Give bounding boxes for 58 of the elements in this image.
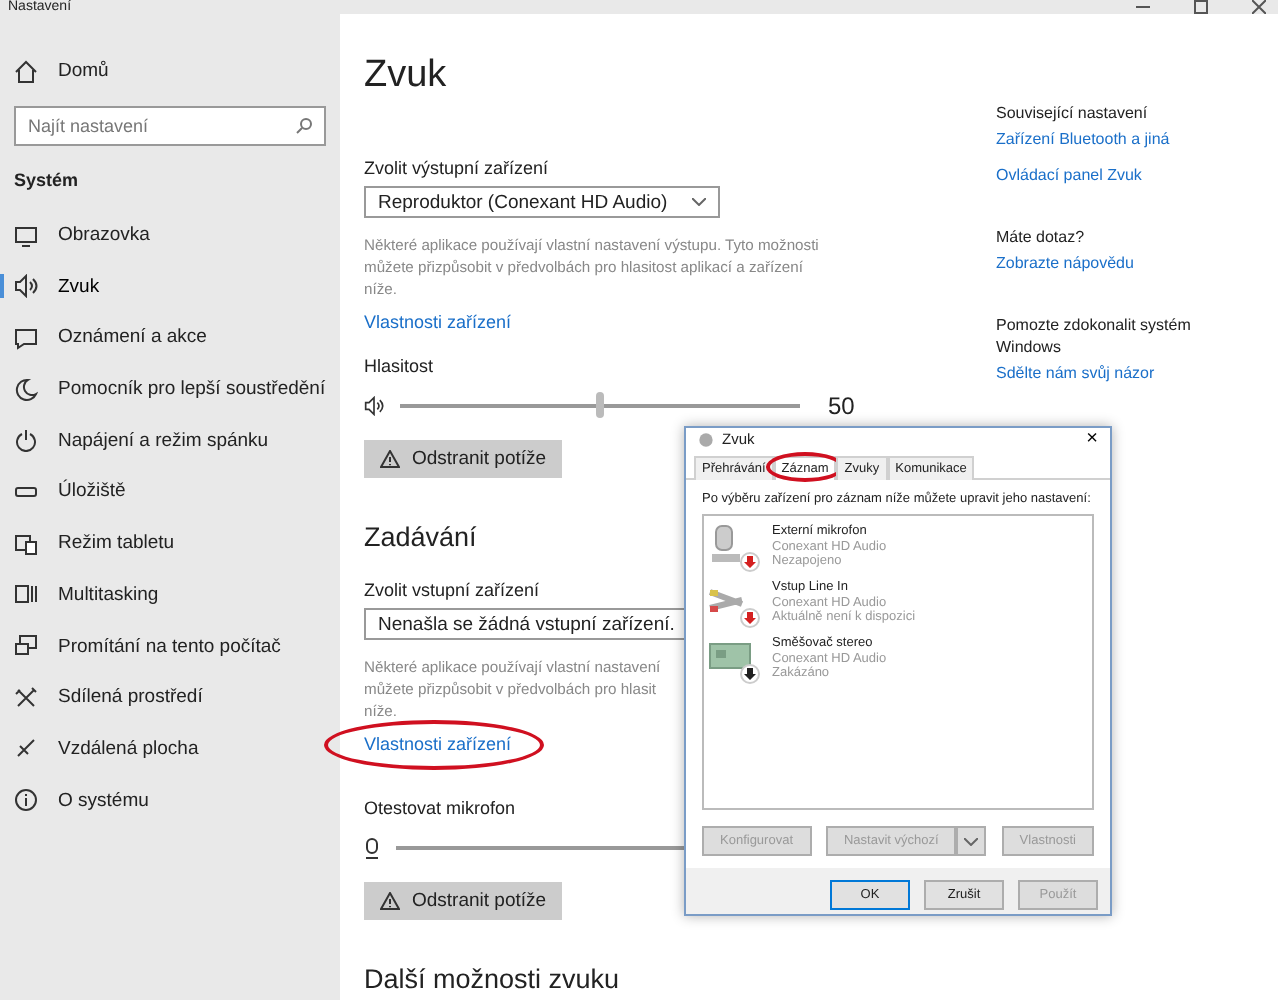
- related-heading: Pomozte zdokonalit systém Windows: [996, 314, 1193, 358]
- sidebar-item[interactable]: Zvuk: [58, 275, 100, 298]
- sidebar-item[interactable]: O systému: [58, 789, 149, 812]
- sidebar-item[interactable]: Pomocník pro lepší soustředění: [58, 378, 326, 401]
- field-label: Zvolit výstupní zařízení: [364, 158, 549, 178]
- tablet-icon: [14, 531, 38, 556]
- maximize-icon[interactable]: [1194, 0, 1208, 14]
- multitask-icon: [14, 582, 38, 607]
- remote-icon: [14, 736, 38, 761]
- monitor-icon: [14, 223, 38, 248]
- field-label: Hlasitost: [364, 356, 434, 376]
- close-button[interactable]: ×: [1086, 428, 1098, 450]
- section-heading: Zadávání: [364, 522, 477, 552]
- sidebar-item[interactable]: Napájení a režim spánku: [58, 429, 269, 452]
- device-properties-link[interactable]: Vlastnosti zařízení: [364, 312, 512, 332]
- selection-indicator: [0, 274, 4, 299]
- output-device-dropdown[interactable]: Reproduktor (Conexant HD Audio): [364, 186, 720, 218]
- field-label: Zvolit vstupní zařízení: [364, 580, 540, 600]
- projector-icon: [14, 634, 38, 659]
- sidebar-item[interactable]: Úložiště: [58, 480, 126, 503]
- warning-icon: [380, 892, 400, 910]
- microphone-icon: [364, 837, 380, 859]
- message-icon: [14, 325, 38, 350]
- troubleshoot-button[interactable]: Odstranit potíže: [364, 440, 563, 478]
- section-heading: Další možnosti zvuku: [364, 964, 620, 994]
- chevron-down-icon: [964, 837, 979, 845]
- chevron-down-icon: [691, 198, 706, 206]
- related-heading: Související nastavení: [996, 102, 1150, 124]
- warning-icon: [380, 450, 400, 468]
- field-label: Otestovat mikrofon: [364, 798, 516, 818]
- sidebar-item[interactable]: Oznámení a akce: [58, 326, 207, 349]
- related-link[interactable]: Zobrazte nápovědu: [996, 254, 1232, 272]
- sidebar-item[interactable]: Režim tabletu: [58, 532, 175, 555]
- related-link[interactable]: Zařízení Bluetooth a jiná: [996, 130, 1232, 148]
- volume-slider-thumb[interactable]: [596, 392, 604, 418]
- related-heading: Máte dotaz?: [996, 226, 1087, 248]
- search-field[interactable]: Najít nastavení: [14, 105, 326, 146]
- sidebar-item[interactable]: Vzdálená plocha: [58, 737, 199, 760]
- info-icon: [14, 788, 38, 813]
- close-icon[interactable]: [1252, 0, 1266, 14]
- home-link[interactable]: Domů: [58, 60, 109, 83]
- related-link[interactable]: Ovládací panel Zvuk: [996, 166, 1232, 184]
- share-icon: [14, 685, 38, 710]
- troubleshoot-button[interactable]: Odstranit potíže: [364, 882, 563, 920]
- device-properties-link[interactable]: Vlastnosti zařízení: [364, 734, 512, 754]
- moon-icon: [14, 377, 38, 402]
- sidebar-item[interactable]: Multitasking: [58, 583, 159, 606]
- dropdown-button[interactable]: [956, 826, 987, 856]
- sidebar-item[interactable]: Obrazovka: [58, 224, 150, 247]
- sidebar-item[interactable]: Promítání na tento počítač: [58, 635, 281, 658]
- home-icon: [14, 59, 38, 84]
- volume-reading: 50: [828, 392, 855, 420]
- power-icon: [14, 428, 38, 453]
- page-title: Zvuk: [364, 54, 447, 98]
- search-icon: [296, 117, 312, 134]
- sidebar-item[interactable]: Sdílená prostředí: [58, 686, 203, 709]
- section-heading: Systém: [12, 167, 81, 194]
- related-link[interactable]: Sdělte nám svůj názor: [996, 364, 1232, 382]
